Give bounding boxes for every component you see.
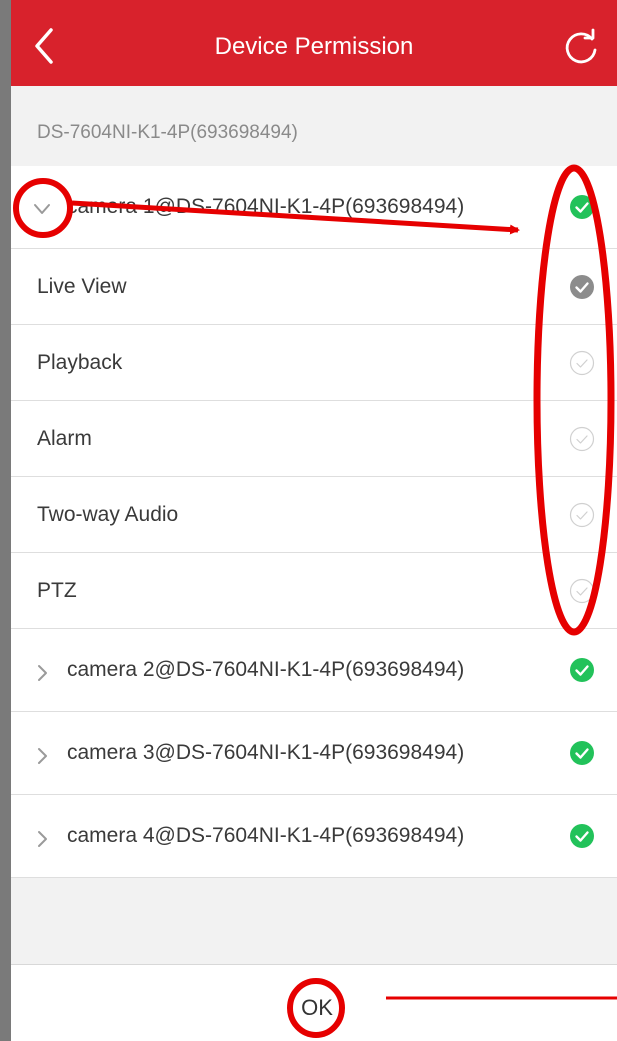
- permission-list: camera 1@DS-7604NI-K1-4P(693698494) Live…: [11, 166, 617, 878]
- permission-row-two-way-audio[interactable]: Two-way Audio: [11, 477, 617, 553]
- refresh-icon: [565, 28, 597, 64]
- refresh-button[interactable]: [559, 26, 603, 70]
- app-header: Device Permission: [11, 0, 617, 86]
- camera-label: camera 2@DS-7604NI-K1-4P(693698494): [67, 658, 465, 681]
- camera-label: camera 1@DS-7604NI-K1-4P(693698494): [67, 195, 465, 218]
- chevron-down-icon[interactable]: [31, 198, 53, 220]
- permission-label: PTZ: [37, 578, 77, 602]
- check-circle-outline-icon[interactable]: [569, 578, 595, 604]
- permission-row-live-view[interactable]: Live View: [11, 249, 617, 325]
- permission-row-playback[interactable]: Playback: [11, 325, 617, 401]
- camera-row-3[interactable]: camera 3@DS-7604NI-K1-4P(693698494): [11, 712, 617, 795]
- check-circle-outline-icon[interactable]: [569, 502, 595, 528]
- permission-label: Playback: [37, 350, 123, 374]
- device-permission-screen: Device Permission DS-7604NI-K1-4P(693698…: [11, 0, 617, 1041]
- camera-row-2[interactable]: camera 2@DS-7604NI-K1-4P(693698494): [11, 629, 617, 712]
- chevron-right-icon[interactable]: [31, 744, 53, 766]
- check-circle-green-icon[interactable]: [569, 194, 595, 220]
- camera-label: camera 3@DS-7604NI-K1-4P(693698494): [67, 741, 465, 764]
- ok-button[interactable]: OK: [281, 982, 353, 1034]
- chevron-right-icon[interactable]: [31, 661, 53, 683]
- check-circle-green-icon[interactable]: [569, 823, 595, 849]
- chevron-right-icon[interactable]: [31, 827, 53, 849]
- camera-row-1[interactable]: camera 1@DS-7604NI-K1-4P(693698494): [11, 166, 617, 249]
- device-name-label: DS-7604NI-K1-4P(693698494): [37, 122, 298, 143]
- check-circle-outline-icon[interactable]: [569, 426, 595, 452]
- permission-label: Two-way Audio: [37, 502, 179, 526]
- camera-row-4[interactable]: camera 4@DS-7604NI-K1-4P(693698494): [11, 795, 617, 878]
- check-circle-outline-icon[interactable]: [569, 350, 595, 376]
- check-circle-green-icon[interactable]: [569, 657, 595, 683]
- permission-label: Live View: [37, 274, 127, 298]
- permission-label: Alarm: [37, 426, 92, 450]
- check-circle-gray-icon[interactable]: [569, 274, 595, 300]
- check-circle-green-icon[interactable]: [569, 740, 595, 766]
- page-title: Device Permission: [214, 33, 414, 60]
- permission-row-ptz[interactable]: PTZ: [11, 553, 617, 629]
- camera-label: camera 4@DS-7604NI-K1-4P(693698494): [67, 824, 465, 847]
- permission-row-alarm[interactable]: Alarm: [11, 401, 617, 477]
